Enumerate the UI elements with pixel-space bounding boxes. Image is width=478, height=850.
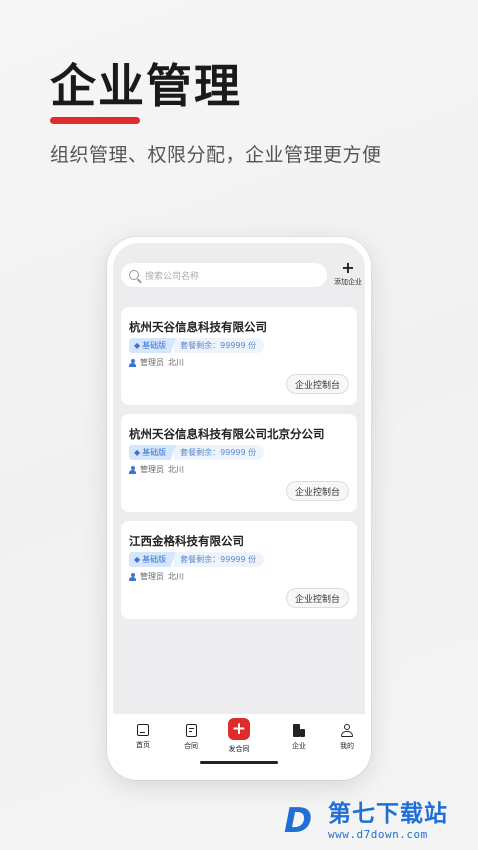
tab-label: 首页 — [136, 741, 150, 749]
quota-text: 套餐剩余：99999 份 — [174, 445, 265, 460]
search-icon — [129, 270, 139, 280]
phone-frame: 搜索公司名称 + 添加企业 杭州天谷信息科技有限公司 ◆ 基础版 套餐剩余：99… — [107, 237, 371, 780]
tab-label: 我的 — [340, 742, 354, 750]
contract-icon — [185, 724, 197, 737]
company-card[interactable]: 杭州天谷信息科技有限公司北京分公司 ◆ 基础版 套餐剩余：99999 份 管理员… — [121, 414, 357, 512]
search-placeholder: 搜索公司名称 — [145, 271, 200, 282]
plan-row: ◆ 基础版 套餐剩余：99999 份 — [129, 445, 265, 460]
home-icon — [137, 724, 149, 736]
plan-row: ◆ 基础版 套餐剩余：99999 份 — [129, 338, 265, 353]
admin-label: 管理员 — [140, 465, 164, 474]
search-input[interactable]: 搜索公司名称 — [121, 263, 327, 287]
enterprise-icon — [293, 724, 305, 737]
home-indicator — [200, 761, 278, 764]
watermark-logo: D — [284, 801, 322, 841]
plus-icon: + — [341, 258, 355, 277]
watermark-texts: 第七下载站 www.d7down.com — [328, 800, 448, 841]
bottom-tab-bar: 首页 合同 + 发合同 企业 我的 — [113, 714, 365, 774]
plan-label: 基础版 — [142, 555, 167, 564]
tab-contracts[interactable]: 合同 — [171, 724, 211, 751]
watermark: D 第七下载站 www.d7down.com — [284, 800, 448, 842]
admin-row: 管理员 北川 — [129, 357, 184, 368]
watermark-logo-letter: D — [284, 800, 313, 841]
plan-label: 基础版 — [142, 341, 167, 350]
profile-icon — [341, 724, 353, 737]
hero-subtitle: 组织管理、权限分配，企业管理更方便 — [50, 144, 382, 166]
plan-badge: ◆ 基础版 — [129, 338, 177, 353]
add-contract-icon: + — [228, 718, 250, 740]
plan-row: ◆ 基础版 套餐剩余：99999 份 — [129, 552, 265, 567]
admin-row: 管理员 北川 — [129, 464, 184, 475]
enterprise-console-button[interactable]: 企业控制台 — [285, 588, 349, 608]
admin-user-icon — [129, 572, 136, 581]
tab-send-contract[interactable]: + 发合同 — [219, 718, 259, 754]
tab-profile[interactable]: 我的 — [327, 724, 365, 751]
watermark-url: www.d7down.com — [328, 828, 428, 841]
enterprise-console-button[interactable]: 企业控制台 — [285, 374, 349, 394]
admin-name: 北川 — [168, 358, 184, 367]
tab-enterprise[interactable]: 企业 — [279, 724, 319, 751]
diamond-icon: ◆ — [134, 555, 141, 564]
admin-row: 管理员 北川 — [129, 571, 184, 582]
app-screen: 搜索公司名称 + 添加企业 杭州天谷信息科技有限公司 ◆ 基础版 套餐剩余：99… — [113, 243, 365, 774]
company-card[interactable]: 江西金格科技有限公司 ◆ 基础版 套餐剩余：99999 份 管理员 北川 企业控… — [121, 521, 357, 619]
hero-underline — [50, 117, 140, 124]
enterprise-console-button[interactable]: 企业控制台 — [285, 481, 349, 501]
plan-badge: ◆ 基础版 — [129, 445, 177, 460]
tab-home[interactable]: 首页 — [123, 724, 163, 750]
company-name: 杭州天谷信息科技有限公司北京分公司 — [129, 427, 325, 441]
admin-name: 北川 — [168, 465, 184, 474]
watermark-title: 第七下载站 — [328, 801, 448, 827]
plan-label: 基础版 — [142, 448, 167, 457]
admin-label: 管理员 — [140, 572, 164, 581]
quota-text: 套餐剩余：99999 份 — [174, 338, 265, 353]
plan-badge: ◆ 基础版 — [129, 552, 177, 567]
tab-label: 企业 — [292, 742, 306, 750]
add-company-label: 添加企业 — [334, 278, 362, 286]
company-name: 杭州天谷信息科技有限公司 — [129, 320, 267, 334]
company-name: 江西金格科技有限公司 — [129, 534, 244, 548]
diamond-icon: ◆ — [134, 341, 141, 350]
admin-user-icon — [129, 358, 136, 367]
admin-label: 管理员 — [140, 358, 164, 367]
hero-title: 企业管理 — [50, 59, 242, 113]
tab-label: 发合同 — [228, 745, 250, 753]
admin-name: 北川 — [168, 572, 184, 581]
company-card[interactable]: 杭州天谷信息科技有限公司 ◆ 基础版 套餐剩余：99999 份 管理员 北川 企… — [121, 307, 357, 405]
diamond-icon: ◆ — [134, 448, 141, 457]
admin-user-icon — [129, 465, 136, 474]
quota-text: 套餐剩余：99999 份 — [174, 552, 265, 567]
add-company-button[interactable]: + 添加企业 — [331, 258, 365, 289]
tab-label: 合同 — [184, 742, 198, 750]
